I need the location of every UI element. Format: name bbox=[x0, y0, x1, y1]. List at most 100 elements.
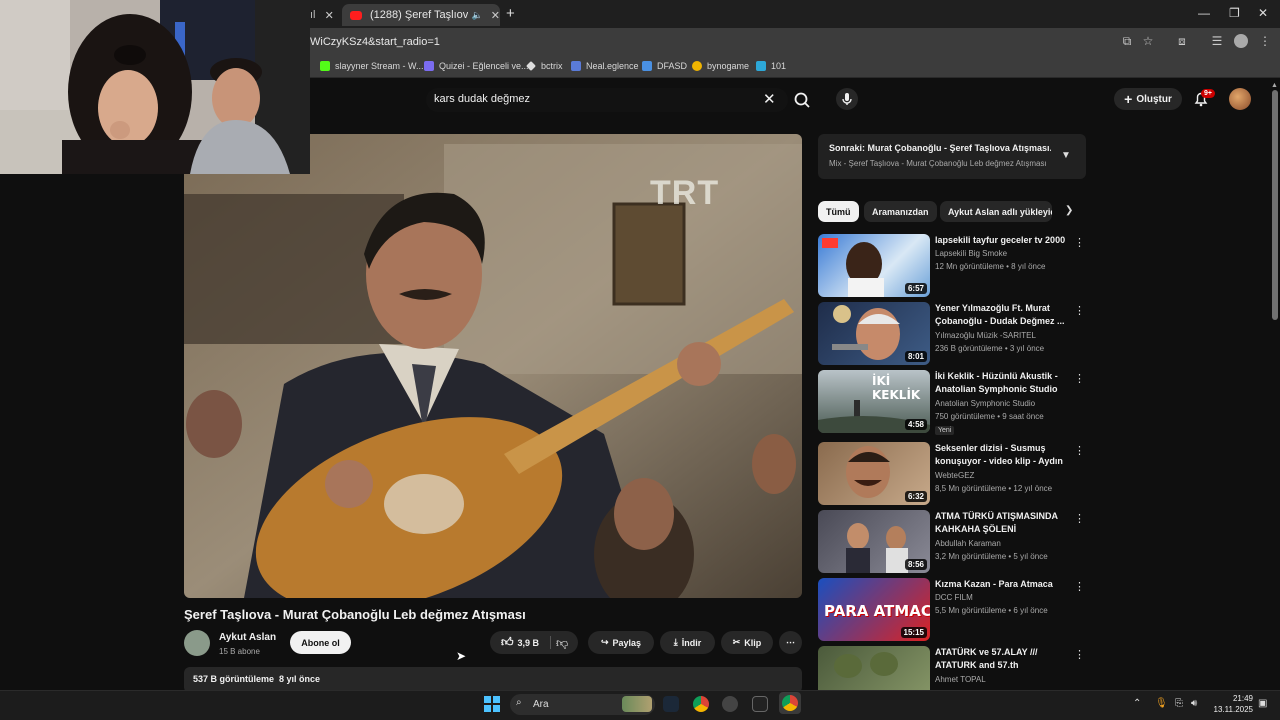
video-title[interactable]: lapsekili tayfur geceler tv 2000 bbox=[935, 234, 1067, 247]
bookmark-item[interactable]: 101 bbox=[756, 61, 786, 71]
video-title[interactable]: Yener Yılmazoğlu Ft. Murat Çobanoğlu - D… bbox=[935, 302, 1067, 328]
scroll-up-icon[interactable]: ▲ bbox=[1271, 82, 1278, 89]
chevron-down-icon[interactable]: ▼ bbox=[1061, 150, 1071, 161]
more-actions-button[interactable]: ⋯ bbox=[779, 631, 802, 654]
chrome-active-icon[interactable] bbox=[779, 692, 801, 714]
more-vert-icon[interactable]: ⋮ bbox=[1074, 304, 1085, 317]
chrome-icon[interactable] bbox=[693, 696, 709, 712]
subscribe-button[interactable]: Abone ol bbox=[290, 631, 351, 654]
recommendation-item[interactable]: PARA ATMACA 15:15 Kızma Kazan - Para Atm… bbox=[818, 578, 1086, 642]
more-vert-icon[interactable]: ⋮ bbox=[1074, 648, 1085, 661]
channel-name[interactable]: Abdullah Karaman bbox=[935, 539, 1001, 548]
video-title[interactable]: İki Keklik - Hüzünlü Akustik - Anatolian… bbox=[935, 370, 1067, 396]
close-icon[interactable]: ✕ bbox=[491, 9, 500, 22]
channel-name[interactable]: DCC FILM bbox=[935, 593, 973, 602]
download-button[interactable]: ⤓ İndir bbox=[660, 631, 715, 654]
chip-from-search[interactable]: Aramanızdan bbox=[864, 201, 937, 222]
channel-name[interactable]: Anatolian Symphonic Studio bbox=[935, 399, 1035, 408]
recommendation-item[interactable]: 8:01 Yener Yılmazoğlu Ft. Murat Çobanoğl… bbox=[818, 302, 1086, 366]
maximize-icon[interactable]: ❐ bbox=[1229, 6, 1240, 20]
video-title[interactable]: Seksenler dizisi - Susmuş konuşuyor - vi… bbox=[935, 442, 1067, 469]
more-vert-icon[interactable]: ⋮ bbox=[1074, 512, 1085, 525]
video-thumbnail[interactable]: PARA ATMACA 15:15 bbox=[818, 578, 930, 641]
chevron-right-icon[interactable]: ❯ bbox=[1065, 205, 1073, 216]
more-vert-icon[interactable]: ⋮ bbox=[1074, 444, 1085, 457]
video-thumbnail[interactable]: 6:57 bbox=[818, 234, 930, 297]
channel-avatar[interactable] bbox=[184, 630, 210, 656]
bookmark-item[interactable]: slayyner Stream - W... bbox=[320, 61, 424, 71]
bookmark-star-icon[interactable]: ☆ bbox=[1141, 34, 1155, 48]
video-duration: 15:15 bbox=[900, 627, 927, 638]
microphone-tray-icon[interactable]: 🎙︎ bbox=[1155, 698, 1168, 709]
recommendation-item[interactable]: İKİ KEKLİK 4:58 İki Keklik - Hüzünlü Aku… bbox=[818, 370, 1086, 435]
steam-icon[interactable] bbox=[663, 696, 679, 712]
install-icon[interactable]: ⧉ bbox=[1120, 34, 1134, 48]
clip-button[interactable]: ✂ Klip bbox=[721, 631, 773, 654]
tab-previous[interactable]: ı⁠l ✕ bbox=[310, 4, 340, 26]
video-title[interactable]: ATATÜRK ve 57.ALAY /// ATATURK and 57.th… bbox=[935, 646, 1067, 673]
recommendation-item[interactable]: ATATÜRK ve 57.ALAY /// ATATURK and 57.th… bbox=[818, 646, 1086, 690]
bookmark-item[interactable]: DFASD bbox=[642, 61, 687, 71]
video-title[interactable]: Kızma Kazan - Para Atmaca bbox=[935, 578, 1067, 591]
app-icon[interactable] bbox=[752, 696, 768, 712]
video-duration: 4:58 bbox=[904, 419, 927, 430]
close-icon[interactable]: ✕ bbox=[325, 9, 334, 22]
video-thumbnail[interactable]: 8:01 bbox=[818, 302, 930, 365]
page-scrollbar[interactable] bbox=[1272, 90, 1278, 320]
profile-icon[interactable] bbox=[1234, 34, 1248, 48]
video-thumbnail[interactable]: 6:32 bbox=[818, 442, 930, 505]
search-button[interactable] bbox=[790, 89, 814, 111]
chip-all[interactable]: Tümü bbox=[818, 201, 859, 222]
recommendation-item[interactable]: 8:56 ATMA TÜRKÜ ATIŞMASINDA KAHKAHA ŞÖLE… bbox=[818, 510, 1086, 574]
chip-uploader[interactable]: Aykut Aslan adlı yükleyici bbox=[940, 201, 1052, 222]
close-window-icon[interactable]: ✕ bbox=[1258, 6, 1268, 20]
recommendation-item[interactable]: 6:57 lapsekili tayfur geceler tv 2000 La… bbox=[818, 234, 1086, 298]
speaker-icon[interactable]: 🔈 bbox=[472, 10, 483, 21]
video-thumbnail[interactable] bbox=[818, 646, 930, 690]
video-thumbnail[interactable]: İKİ KEKLİK 4:58 bbox=[818, 370, 930, 433]
channel-name[interactable]: WebteGEZ bbox=[935, 471, 974, 480]
dislike-button[interactable]: 👎︎ bbox=[556, 636, 568, 651]
account-avatar[interactable] bbox=[1229, 88, 1251, 110]
obs-icon[interactable] bbox=[722, 696, 738, 712]
create-button[interactable]: + Oluştur bbox=[1114, 88, 1182, 110]
volume-icon[interactable]: 🔊︎ bbox=[1191, 698, 1197, 709]
notification-center-icon[interactable]: ▣ bbox=[1258, 698, 1267, 709]
channel-name[interactable]: Aykut Aslan bbox=[219, 632, 276, 643]
minimize-icon[interactable]: — bbox=[1198, 6, 1210, 20]
thumbs-up-icon: 👍︎ bbox=[500, 635, 514, 649]
divider bbox=[550, 636, 551, 649]
media-icon[interactable]: ☰ bbox=[1210, 34, 1224, 48]
channel-name[interactable]: Yılmazoğlu Müzik -SARITEL bbox=[935, 331, 1036, 340]
bookmark-item[interactable]: Quizei - Eğlenceli ve... bbox=[424, 61, 529, 71]
recommendation-item[interactable]: 6:32 Seksenler dizisi - Susmuş konuşuyor… bbox=[818, 442, 1086, 506]
more-vert-icon[interactable]: ⋮ bbox=[1074, 580, 1085, 593]
clock-date[interactable]: 13.11.2025 bbox=[1205, 705, 1253, 714]
share-button[interactable]: ↪ Paylaş bbox=[588, 631, 654, 654]
clear-search-icon[interactable]: ✕ bbox=[763, 90, 776, 108]
more-vert-icon[interactable]: ⋮ bbox=[1074, 236, 1085, 249]
search-input[interactable]: kars dudak değmez bbox=[434, 93, 530, 105]
taskbar-search-label: Ara bbox=[533, 699, 549, 710]
menu-dots-icon[interactable]: ⋮ bbox=[1258, 34, 1272, 48]
bookmark-item[interactable]: bctrix bbox=[526, 61, 563, 71]
video-thumbnail[interactable]: 8:56 bbox=[818, 510, 930, 573]
channel-name[interactable]: Lapsekili Big Smoke bbox=[935, 249, 1007, 258]
windows-start-icon[interactable] bbox=[484, 696, 500, 712]
mix-playlist-panel[interactable] bbox=[818, 134, 1086, 179]
voice-search-button[interactable] bbox=[836, 88, 858, 110]
more-vert-icon[interactable]: ⋮ bbox=[1074, 372, 1085, 385]
network-icon[interactable]: ⎘ bbox=[1175, 698, 1183, 709]
video-title[interactable]: ATMA TÜRKÜ ATIŞMASINDA KAHKAHA ŞÖLENİ bbox=[935, 510, 1067, 536]
tab-youtube-active[interactable]: (1288) Şeref Taşlıova - Murat 🔈 ✕ bbox=[342, 4, 500, 26]
video-meta: 750 görüntüleme • 9 saat önce bbox=[935, 412, 1044, 421]
tray-chevron-icon[interactable]: ⌃ bbox=[1133, 698, 1141, 709]
extensions-icon[interactable]: ⧈ bbox=[1175, 34, 1189, 48]
clock-time[interactable]: 21:49 bbox=[1213, 694, 1253, 703]
url-field[interactable]: WiCzyKSz4&start_radio=1 bbox=[310, 36, 440, 48]
bookmark-item[interactable]: bynogame bbox=[692, 61, 749, 71]
like-button[interactable]: 👍︎ 3,9 B bbox=[501, 635, 539, 650]
bookmark-item[interactable]: Neal.eglence bbox=[571, 61, 639, 71]
new-tab-button[interactable]: + bbox=[506, 5, 515, 22]
channel-name[interactable]: Ahmet TOPAL bbox=[935, 675, 986, 684]
